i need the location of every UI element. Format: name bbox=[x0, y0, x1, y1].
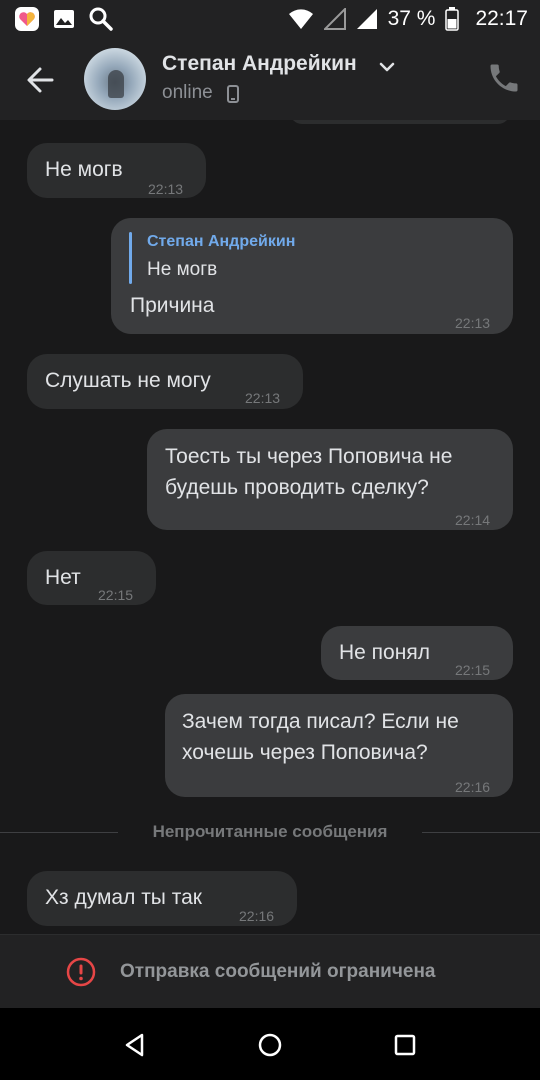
message-bubble-incoming[interactable]: Хз думал ты так 22:16 bbox=[27, 871, 297, 926]
message-time: 22:16 bbox=[239, 908, 275, 924]
message-text: Нет bbox=[45, 566, 81, 589]
chat-header: Степан Андрейкин online bbox=[0, 38, 540, 120]
photo-app-icon bbox=[15, 7, 39, 31]
message-list[interactable]: Не могв 22:13 Степан Андрейкин Не могв П… bbox=[0, 120, 540, 934]
message-time: 22:15 bbox=[98, 587, 134, 603]
contact-name[interactable]: Степан Андрейкин bbox=[162, 52, 357, 76]
message-text: Хз думал ты так bbox=[45, 886, 202, 909]
message-time: 22:13 bbox=[455, 315, 491, 331]
message-text-line: будешь проводить сделку? bbox=[165, 476, 429, 499]
home-circle-icon[interactable] bbox=[255, 1030, 285, 1060]
warning-icon bbox=[66, 957, 96, 987]
message-bubble-incoming[interactable]: Слушать не могу 22:13 bbox=[27, 354, 303, 409]
reply-author[interactable]: Степан Андрейкин bbox=[147, 232, 295, 252]
status-bar: 37 % 22:17 bbox=[0, 0, 540, 38]
search-icon bbox=[89, 7, 113, 31]
message-time: 22:16 bbox=[455, 779, 491, 795]
message-bubble-incoming[interactable]: Не могв 22:13 bbox=[27, 143, 206, 198]
recents-square-icon[interactable] bbox=[390, 1030, 420, 1060]
phone-icon[interactable] bbox=[486, 60, 522, 96]
unread-divider-label: Непрочитанные сообщения bbox=[152, 822, 388, 841]
restriction-text: Отправка сообщений ограничена bbox=[120, 961, 436, 982]
restriction-notice: Отправка сообщений ограничена bbox=[0, 934, 540, 1008]
message-text: Слушать не могу bbox=[45, 369, 211, 392]
unread-divider: Непрочитанные сообщения bbox=[0, 820, 540, 846]
signal-empty-icon bbox=[323, 8, 346, 30]
message-time: 22:15 bbox=[455, 662, 491, 678]
message-text: Причина bbox=[130, 294, 215, 317]
message-text-line: Зачем тогда писал? Если не bbox=[182, 710, 459, 733]
system-nav-bar bbox=[0, 1008, 540, 1080]
message-bubble-outgoing[interactable]: Степан Андрейкин Не могв Причина 22:13 bbox=[111, 218, 513, 334]
back-arrow-icon[interactable] bbox=[22, 60, 62, 100]
message-bubble-outgoing[interactable]: Тоесть ты через Поповича не будешь прово… bbox=[147, 429, 513, 530]
reply-quote-bar bbox=[129, 232, 132, 284]
message-time: 22:13 bbox=[245, 390, 281, 406]
battery-percent: 37 % bbox=[387, 7, 436, 30]
signal-icon bbox=[356, 9, 377, 29]
message-bubble-outgoing[interactable]: Зачем тогда писал? Если не хочешь через … bbox=[165, 694, 513, 797]
back-triangle-icon[interactable] bbox=[120, 1030, 150, 1060]
message-bubble-partial bbox=[290, 120, 510, 124]
message-bubble-outgoing[interactable]: Не понял 22:15 bbox=[321, 626, 513, 680]
battery-icon bbox=[445, 7, 460, 31]
wifi-icon bbox=[288, 9, 313, 29]
avatar[interactable] bbox=[84, 48, 146, 110]
message-time: 22:14 bbox=[455, 512, 491, 528]
mobile-icon bbox=[227, 85, 239, 103]
contact-status: online bbox=[162, 82, 213, 103]
message-time: 22:13 bbox=[148, 181, 184, 197]
message-text: Не понял bbox=[339, 641, 430, 664]
clock: 22:17 bbox=[475, 7, 528, 30]
message-text: Не могв bbox=[45, 158, 123, 181]
message-text-line: Тоесть ты через Поповича не bbox=[165, 445, 453, 468]
gallery-icon bbox=[54, 10, 74, 28]
chevron-down-icon[interactable] bbox=[378, 60, 396, 74]
message-text-line: хочешь через Поповича? bbox=[182, 741, 428, 764]
message-bubble-incoming[interactable]: Нет 22:15 bbox=[27, 551, 156, 605]
reply-text: Не могв bbox=[147, 259, 218, 280]
